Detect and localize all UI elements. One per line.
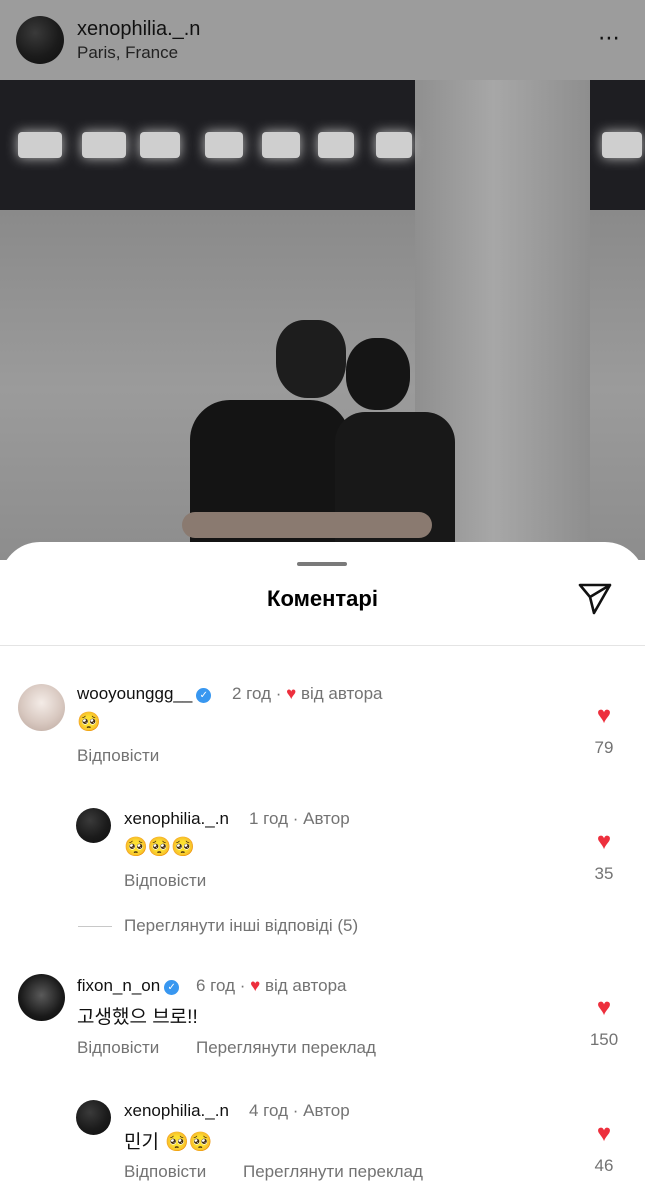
username-text[interactable]: fixon_n_on [77,976,160,995]
comment-time: 1 год [249,809,289,828]
avatar[interactable] [18,974,65,1021]
post-header: xenophilia._.n Paris, France ⋯ [0,0,645,80]
liked-by-author: від автора [264,976,347,995]
meta-separator: · [292,1101,299,1120]
ceiling-light [18,132,62,158]
comment-meta: 2 год · ♥ від автора [232,684,383,704]
view-more-replies-button[interactable]: Переглянути інші відповіді (5) [124,916,358,936]
translate-button[interactable]: Переглянути переклад [196,1038,376,1058]
meta-separator: · [275,684,282,703]
comment-username[interactable]: fixon_n_on ✓ [77,976,180,996]
ceiling-light [376,132,412,158]
comments-sheet: Коментарі wooyounggg__ ✓ 2 год · ♥ від ав… [0,542,645,1200]
post-author-username[interactable]: xenophilia._.n [77,18,200,41]
more-options-icon[interactable]: ⋯ [598,27,621,49]
avatar[interactable] [76,1100,111,1135]
comment-meta: 4 год · Автор [249,1101,350,1121]
ceiling-light [140,132,180,158]
ceiling-light [602,132,642,158]
comment-time: 6 год [196,976,236,995]
comment-text: 민기 🥺🥺 [124,1131,213,1153]
verified-badge-icon: ✓ [196,688,212,703]
person-head-right [346,338,410,410]
comment-username[interactable]: xenophilia._.n [124,809,229,829]
embracing-arm [182,512,432,538]
header-divider [0,645,645,646]
like-button[interactable]: ♥ 46 [584,1122,624,1176]
like-button[interactable]: ♥ 150 [584,996,624,1050]
post-author-avatar[interactable] [16,16,64,64]
meta-separator: · [292,809,299,828]
heart-icon: ♥ [286,684,297,703]
heart-icon[interactable]: ♥ [584,704,624,728]
like-count: 35 [594,864,614,883]
avatar[interactable] [76,808,111,843]
like-count: 46 [594,1156,614,1175]
ceiling-light [318,132,354,158]
paper-plane-icon[interactable] [577,582,613,616]
like-count: 150 [589,1030,619,1049]
liked-by-author: від автора [300,684,383,703]
ceiling-light [82,132,126,158]
comment-meta: 1 год · Автор [249,809,350,829]
comments-title: Коментарі [267,586,378,611]
heart-icon[interactable]: ♥ [584,1122,624,1146]
verified-badge-icon: ✓ [164,980,180,995]
comment-meta: 6 год · ♥ від автора [196,976,347,996]
post-photo [0,80,645,560]
like-button[interactable]: ♥ 79 [584,704,624,758]
comment-time: 4 год [249,1101,289,1120]
post-location[interactable]: Paris, France [77,43,178,63]
comment-text: 🥺🥺🥺 [124,836,195,858]
comment-text: 고생했으 브로!! [77,1007,198,1028]
like-button[interactable]: ♥ 35 [584,830,624,884]
reply-button[interactable]: Відповісти [77,746,159,766]
heart-icon: ♥ [250,976,261,995]
avatar[interactable] [18,684,65,731]
username-text[interactable]: wooyounggg__ [77,684,192,703]
author-label: Автор [303,1101,350,1120]
comment-username[interactable]: wooyounggg__ ✓ [77,684,212,704]
meta-separator: · [239,976,246,995]
drag-handle[interactable] [297,562,347,566]
comment-username[interactable]: xenophilia._.n [124,1101,229,1121]
like-count: 79 [594,738,614,757]
heart-icon[interactable]: ♥ [584,830,624,854]
comment-time: 2 год [232,684,272,703]
reply-button[interactable]: Відповісти [124,1162,206,1182]
author-label: Автор [303,809,350,828]
translate-button[interactable]: Переглянути переклад [243,1162,423,1182]
reply-button[interactable]: Відповісти [77,1038,159,1058]
comment-text: 🥺 [77,711,101,733]
heart-icon[interactable]: ♥ [584,996,624,1020]
reply-button[interactable]: Відповісти [124,871,206,891]
person-head-left [276,320,346,398]
ceiling-light [262,132,300,158]
view-replies-line [78,926,112,927]
ceiling-light [205,132,243,158]
